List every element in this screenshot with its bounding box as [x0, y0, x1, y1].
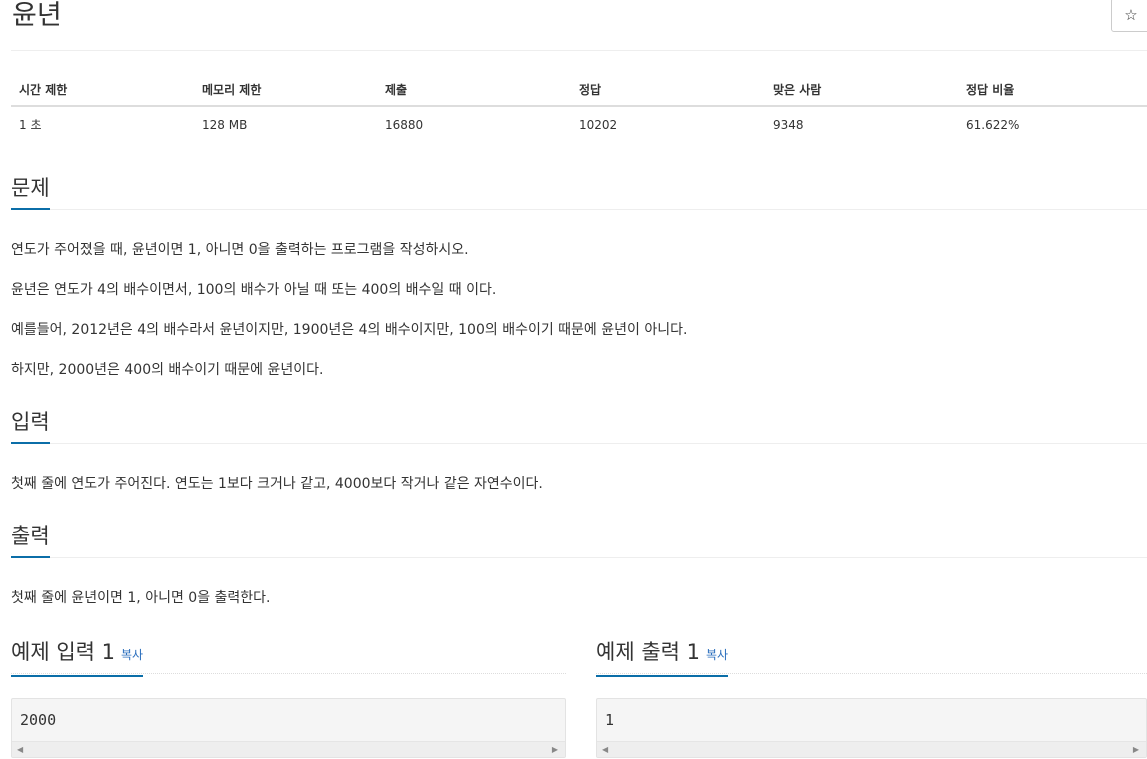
header-accepted: 정답 [571, 73, 765, 107]
sample-input-title-text: 예제 입력 1 [11, 640, 115, 664]
scroll-right-icon[interactable]: ▶ [1133, 745, 1139, 754]
sample-input-box[interactable]: 2000 ◀ ▶ [11, 698, 566, 758]
input-section-header: 입력 [11, 404, 1147, 444]
value-submissions: 16880 [385, 117, 424, 132]
value-memory-limit: 128 MB [202, 117, 248, 132]
problem-description-line: 하지만, 2000년은 400의 배수이기 때문에 윤년이다. [11, 362, 324, 378]
header-submissions: 제출 [377, 73, 571, 107]
info-value-row: 1 초 128 MB 16880 10202 9348 61.622% [11, 106, 1147, 142]
sample-output-scrollbar[interactable]: ◀ ▶ [597, 741, 1146, 757]
problem-section-header: 문제 [11, 170, 1147, 210]
scroll-left-icon[interactable]: ◀ [602, 745, 608, 754]
sample-output-title-text: 예제 출력 1 [596, 640, 700, 664]
copy-sample-output-button[interactable]: 복사 [706, 648, 728, 662]
sample-input-header: 예제 입력 1 복사 [11, 634, 566, 677]
title-divider [11, 50, 1147, 51]
info-header-row: 시간 제한 메모리 제한 제출 정답 맞은 사람 정답 비율 [11, 73, 1147, 107]
output-description: 첫째 줄에 윤년이면 1, 아니면 0을 출력한다. [11, 590, 271, 606]
star-button[interactable]: ☆ [1111, 0, 1147, 32]
input-section-title: 입력 [11, 404, 50, 444]
value-accept-ratio: 61.622% [966, 117, 1020, 132]
problem-description-line: 윤년은 연도가 4의 배수이면서, 100의 배수가 아닐 때 또는 400의 … [11, 282, 497, 298]
sample-input-scrollbar[interactable]: ◀ ▶ [12, 741, 565, 757]
output-section-header: 출력 [11, 518, 1147, 558]
sample-output-title: 예제 출력 1 복사 [596, 634, 729, 677]
header-memory-limit: 메모리 제한 [194, 73, 377, 107]
value-accepted: 10202 [579, 117, 618, 132]
problem-description-line: 예를들어, 2012년은 4의 배수라서 윤년이지만, 1900년은 4의 배수… [11, 322, 688, 338]
scroll-right-icon[interactable]: ▶ [552, 745, 558, 754]
problem-description-line: 연도가 주어졌을 때, 윤년이면 1, 아니면 0을 출력하는 프로그램을 작성… [11, 242, 469, 258]
scroll-left-icon[interactable]: ◀ [17, 745, 23, 754]
problem-section-title: 문제 [11, 170, 50, 210]
header-time-limit: 시간 제한 [11, 73, 194, 107]
sample-output-box[interactable]: 1 ◀ ▶ [596, 698, 1147, 758]
value-solvers: 9348 [773, 117, 804, 132]
copy-sample-input-button[interactable]: 복사 [121, 648, 143, 662]
header-accept-ratio: 정답 비율 [958, 73, 1147, 107]
star-icon: ☆ [1124, 7, 1138, 24]
output-section-title: 출력 [11, 518, 50, 558]
sample-input-content: 2000 [20, 711, 57, 729]
sample-output-content: 1 [605, 711, 615, 729]
value-time-limit: 1 초 [19, 118, 42, 132]
problem-info-table: 시간 제한 메모리 제한 제출 정답 맞은 사람 정답 비율 1 초 128 M… [11, 73, 1147, 142]
input-description: 첫째 줄에 연도가 주어진다. 연도는 1보다 크거나 같고, 4000보다 작… [11, 476, 543, 492]
page-title: 윤년 [12, 0, 62, 31]
header-solvers: 맞은 사람 [765, 73, 958, 107]
sample-input-title: 예제 입력 1 복사 [11, 634, 144, 677]
sample-output-header: 예제 출력 1 복사 [596, 634, 1147, 677]
